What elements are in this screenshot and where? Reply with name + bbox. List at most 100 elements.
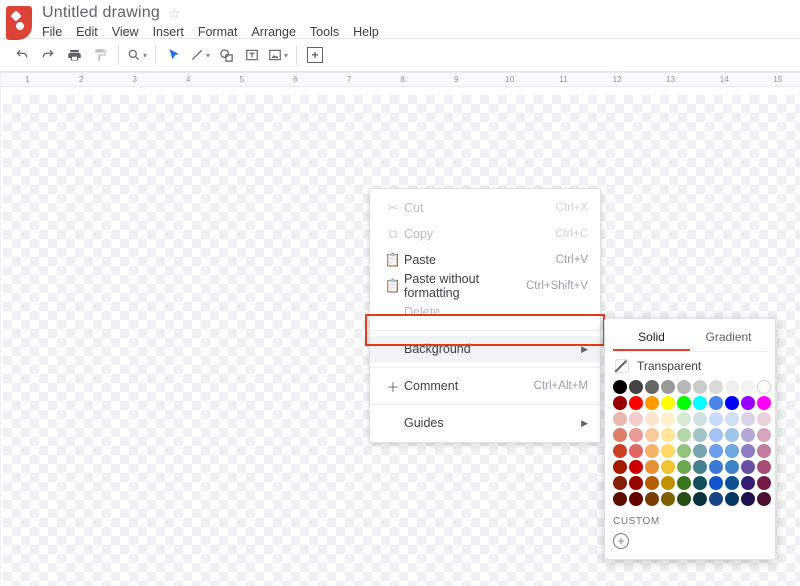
color-swatch[interactable] [725, 428, 739, 442]
tab-solid[interactable]: Solid [613, 325, 690, 351]
color-swatch[interactable] [629, 444, 643, 458]
color-swatch[interactable] [741, 396, 755, 410]
add-custom-color-button[interactable]: + [613, 533, 629, 549]
color-swatch[interactable] [645, 396, 659, 410]
color-swatch[interactable] [613, 444, 627, 458]
color-swatch[interactable] [693, 476, 707, 490]
color-swatch[interactable] [645, 428, 659, 442]
color-swatch[interactable] [741, 428, 755, 442]
color-swatch[interactable] [709, 396, 723, 410]
color-swatch[interactable] [661, 460, 675, 474]
color-swatch[interactable] [613, 476, 627, 490]
color-swatch[interactable] [645, 492, 659, 506]
color-swatch[interactable] [645, 476, 659, 490]
add-button[interactable]: + [303, 43, 327, 67]
color-swatch[interactable] [725, 444, 739, 458]
color-swatch[interactable] [693, 444, 707, 458]
color-swatch[interactable] [741, 380, 755, 394]
color-swatch[interactable] [757, 412, 771, 426]
color-swatch[interactable] [725, 492, 739, 506]
color-swatch[interactable] [677, 428, 691, 442]
color-swatch[interactable] [693, 492, 707, 506]
menu-tools[interactable]: Tools [310, 25, 339, 39]
textbox-tool-button[interactable] [240, 43, 264, 67]
color-swatch[interactable] [725, 460, 739, 474]
color-swatch[interactable] [709, 380, 723, 394]
color-swatch[interactable] [645, 412, 659, 426]
color-swatch[interactable] [629, 492, 643, 506]
color-swatch[interactable] [661, 396, 675, 410]
color-swatch[interactable] [757, 396, 771, 410]
color-swatch[interactable] [757, 380, 771, 394]
color-swatch[interactable] [693, 380, 707, 394]
star-icon[interactable]: ☆ [168, 5, 181, 22]
context-menu-item-comment[interactable]: ＋CommentCtrl+Alt+M [370, 373, 600, 399]
color-swatch[interactable] [693, 412, 707, 426]
color-swatch[interactable] [725, 412, 739, 426]
color-swatch[interactable] [629, 412, 643, 426]
color-swatch[interactable] [629, 476, 643, 490]
color-swatch[interactable] [693, 428, 707, 442]
color-swatch[interactable] [725, 396, 739, 410]
color-swatch[interactable] [661, 476, 675, 490]
color-swatch[interactable] [677, 444, 691, 458]
color-swatch[interactable] [741, 412, 755, 426]
color-swatch[interactable] [741, 476, 755, 490]
transparent-option[interactable]: Transparent [613, 352, 767, 378]
color-swatch[interactable] [613, 460, 627, 474]
color-swatch[interactable] [613, 380, 627, 394]
color-swatch[interactable] [613, 396, 627, 410]
menu-arrange[interactable]: Arrange [251, 25, 295, 39]
print-button[interactable] [62, 43, 86, 67]
image-tool-button[interactable] [266, 43, 290, 67]
context-menu-item-background[interactable]: Background▶ [370, 336, 600, 362]
color-swatch[interactable] [709, 412, 723, 426]
line-tool-button[interactable] [188, 43, 212, 67]
color-swatch[interactable] [613, 412, 627, 426]
color-swatch[interactable] [693, 396, 707, 410]
color-swatch[interactable] [661, 492, 675, 506]
context-menu-item-paste-without-formatting[interactable]: 📋Paste without formattingCtrl+Shift+V [370, 273, 600, 299]
color-swatch[interactable] [645, 380, 659, 394]
document-title[interactable]: Untitled drawing [42, 4, 160, 22]
tab-gradient[interactable]: Gradient [690, 325, 767, 351]
color-swatch[interactable] [677, 492, 691, 506]
context-menu-item-guides[interactable]: Guides▶ [370, 410, 600, 436]
color-swatch[interactable] [629, 428, 643, 442]
menu-view[interactable]: View [112, 25, 139, 39]
color-swatch[interactable] [709, 476, 723, 490]
menu-file[interactable]: File [42, 25, 62, 39]
color-swatch[interactable] [677, 460, 691, 474]
undo-button[interactable] [10, 43, 34, 67]
color-swatch[interactable] [741, 444, 755, 458]
zoom-button[interactable] [125, 43, 149, 67]
color-swatch[interactable] [709, 460, 723, 474]
color-swatch[interactable] [741, 492, 755, 506]
menu-insert[interactable]: Insert [153, 25, 184, 39]
color-swatch[interactable] [677, 396, 691, 410]
color-swatch[interactable] [709, 444, 723, 458]
color-swatch[interactable] [757, 492, 771, 506]
color-swatch[interactable] [677, 412, 691, 426]
paint-format-button[interactable] [88, 43, 112, 67]
color-swatch[interactable] [645, 444, 659, 458]
color-swatch[interactable] [741, 460, 755, 474]
color-swatch[interactable] [709, 428, 723, 442]
color-swatch[interactable] [661, 412, 675, 426]
color-swatch[interactable] [661, 428, 675, 442]
color-swatch[interactable] [677, 380, 691, 394]
menu-help[interactable]: Help [353, 25, 379, 39]
color-swatch[interactable] [725, 476, 739, 490]
color-swatch[interactable] [757, 444, 771, 458]
color-swatch[interactable] [613, 428, 627, 442]
color-swatch[interactable] [757, 428, 771, 442]
color-swatch[interactable] [757, 460, 771, 474]
color-swatch[interactable] [757, 476, 771, 490]
color-swatch[interactable] [693, 460, 707, 474]
menu-edit[interactable]: Edit [76, 25, 98, 39]
color-swatch[interactable] [661, 380, 675, 394]
menu-format[interactable]: Format [198, 25, 238, 39]
select-tool-button[interactable] [162, 43, 186, 67]
color-swatch[interactable] [629, 460, 643, 474]
color-swatch[interactable] [677, 476, 691, 490]
